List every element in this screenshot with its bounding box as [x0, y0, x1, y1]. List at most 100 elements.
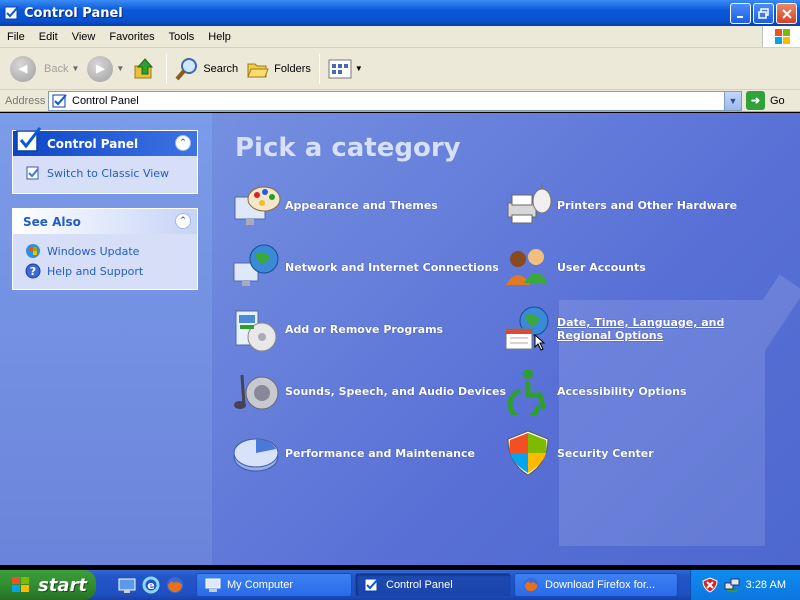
windows-flag-icon: [12, 577, 29, 592]
go-arrow-icon: ➜: [746, 91, 765, 110]
collapse-icon[interactable]: ⌃: [175, 213, 191, 229]
appearance-icon: [234, 186, 281, 225]
address-value: Control Panel: [72, 95, 139, 107]
category-accessibility-options[interactable]: Accessibility Options: [504, 367, 687, 415]
category-label: Printers and Other Hardware: [557, 198, 738, 212]
maximize-button[interactable]: [753, 3, 774, 24]
chevron-down-icon[interactable]: ▼: [116, 64, 124, 73]
page-title: Pick a category: [235, 133, 461, 163]
restore-icon: [757, 7, 769, 19]
security-alert-icon[interactable]: [702, 577, 718, 593]
go-button[interactable]: ➜ Go: [746, 91, 785, 110]
back-button[interactable]: ◀ Back ▼: [6, 52, 83, 86]
switch-classic-view-link[interactable]: Switch to Classic View: [25, 163, 187, 183]
user-accounts-icon: [506, 249, 548, 285]
control-panel-box-header[interactable]: Control Panel ⌃: [13, 127, 197, 156]
folders-label: Folders: [274, 62, 311, 75]
category-add-remove-programs[interactable]: Add or Remove Programs: [232, 305, 443, 353]
sounds-icon: [234, 374, 279, 410]
control-panel-icon: [52, 94, 67, 108]
category-label: Date, Time, Language, and Regional Optio…: [557, 316, 725, 342]
help-icon: ?: [25, 263, 41, 279]
start-button[interactable]: start: [0, 570, 96, 600]
views-icon: [328, 59, 352, 78]
clock[interactable]: 3:28 AM: [746, 579, 786, 591]
category-printers-hardware[interactable]: Printers and Other Hardware: [504, 181, 737, 229]
category-sounds-speech-audio[interactable]: Sounds, Speech, and Audio Devices: [232, 367, 506, 415]
search-label: Search: [203, 62, 239, 75]
my-computer-icon: [205, 578, 221, 592]
windows-flag-icon: [775, 29, 790, 44]
network-tray-icon[interactable]: [724, 577, 740, 593]
task-label: Download Firefox for...: [545, 579, 656, 591]
menu-favorites[interactable]: Favorites: [102, 31, 161, 43]
see-also-box: See Also ⌃ Windows Update ? Help and Sup…: [12, 208, 198, 290]
firefox-icon: [523, 577, 539, 593]
network-icon: [233, 244, 279, 286]
go-label: Go: [770, 94, 785, 107]
search-icon: [175, 57, 198, 80]
address-bar: Address Control Panel ▼ ➜ Go: [0, 90, 800, 112]
windows-update-label: Windows Update: [47, 244, 140, 258]
folders-button[interactable]: Folders: [242, 52, 315, 86]
internet-explorer-icon[interactable]: e: [142, 576, 160, 594]
see-also-header[interactable]: See Also ⌃: [13, 209, 197, 234]
category-label: Appearance and Themes: [285, 198, 438, 212]
category-label: User Accounts: [557, 260, 646, 274]
panel-title: See Also: [23, 214, 81, 229]
folders-icon: [247, 63, 269, 77]
category-label: Performance and Maintenance: [285, 446, 475, 460]
task-download-firefox[interactable]: Download Firefox for...: [514, 573, 678, 597]
chevron-down-icon[interactable]: ▼: [355, 64, 363, 73]
category-label: Security Center: [557, 446, 654, 460]
control-panel-icon: [364, 578, 379, 592]
task-label: Control Panel: [386, 579, 453, 591]
views-button[interactable]: ▼: [324, 52, 367, 86]
category-label: Sounds, Speech, and Audio Devices: [285, 384, 507, 398]
category-date-time-language-regional[interactable]: Date, Time, Language, and Regional Optio…: [504, 305, 767, 353]
title-bar[interactable]: Control Panel: [0, 0, 800, 26]
search-button[interactable]: Search: [171, 52, 242, 86]
close-button[interactable]: [776, 3, 797, 24]
menu-view[interactable]: View: [65, 31, 103, 43]
accessibility-icon: [507, 369, 547, 415]
menu-file[interactable]: File: [0, 31, 32, 43]
system-tray: 3:28 AM: [690, 570, 800, 600]
firefox-icon[interactable]: [166, 576, 184, 594]
minimize-button[interactable]: [730, 3, 751, 24]
task-my-computer[interactable]: My Computer: [196, 573, 352, 597]
chevron-down-icon[interactable]: ▼: [71, 64, 79, 73]
up-folder-button[interactable]: [128, 52, 162, 86]
category-appearance-themes[interactable]: Appearance and Themes: [232, 181, 438, 229]
windows-update-icon: [26, 244, 40, 258]
forward-button[interactable]: ▶ ▼: [83, 52, 128, 86]
start-label: start: [38, 574, 87, 596]
switch-view-icon: [26, 166, 39, 180]
windows-update-link[interactable]: Windows Update: [25, 241, 187, 261]
menu-help[interactable]: Help: [201, 31, 238, 43]
standard-toolbar: ◀ Back ▼ ▶ ▼ Search Folders ▼: [0, 48, 800, 90]
quick-launch: e: [118, 576, 196, 594]
printer-icon: [507, 183, 552, 224]
category-label: Add or Remove Programs: [285, 322, 444, 336]
category-user-accounts[interactable]: User Accounts: [504, 243, 646, 291]
performance-icon: [233, 438, 279, 472]
control-panel-icon: [4, 6, 19, 20]
category-security-center[interactable]: Security Center: [504, 429, 654, 477]
show-desktop-icon[interactable]: [118, 576, 136, 594]
toolbar-separator: [166, 53, 168, 84]
panel-title: Control Panel: [47, 136, 139, 151]
menu-edit[interactable]: Edit: [32, 31, 65, 43]
category-performance-maintenance[interactable]: Performance and Maintenance: [232, 429, 475, 477]
chevron-down-icon[interactable]: ▼: [724, 92, 741, 110]
toolbar-separator: [318, 53, 320, 84]
svg-text:e: e: [147, 579, 154, 592]
address-input[interactable]: Control Panel ▼: [48, 91, 742, 111]
close-icon: [781, 8, 792, 19]
menu-tools[interactable]: Tools: [162, 31, 202, 43]
date-time-icon: [505, 306, 549, 351]
task-control-panel[interactable]: Control Panel: [355, 573, 511, 597]
category-network-internet[interactable]: Network and Internet Connections: [232, 243, 499, 291]
help-support-link[interactable]: ? Help and Support: [25, 261, 187, 281]
collapse-icon[interactable]: ⌃: [175, 135, 191, 151]
